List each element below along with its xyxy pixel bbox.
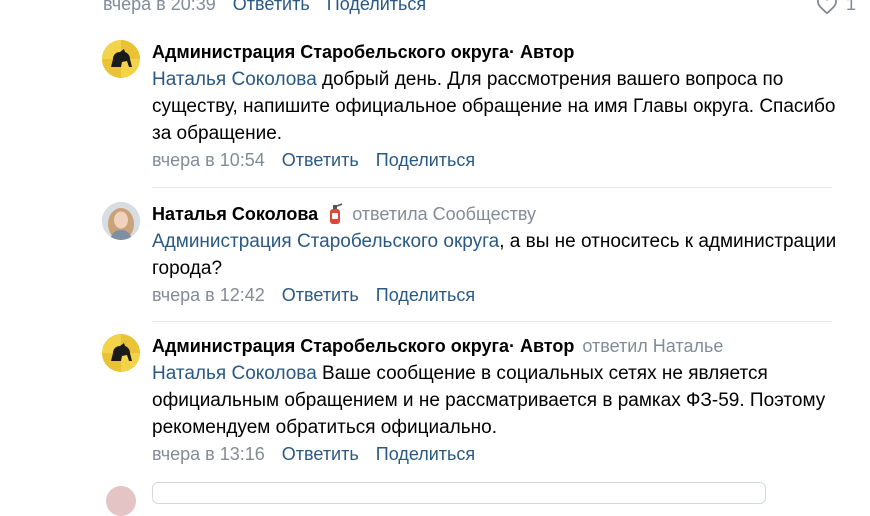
mention-link[interactable]: Администрация Старобельского округа bbox=[152, 231, 499, 252]
previous-comment-meta: вчера в 20:39 Ответить Поделиться bbox=[103, 0, 438, 18]
current-user-avatar bbox=[106, 486, 136, 516]
fire-extinguisher-icon bbox=[330, 203, 343, 224]
avatar[interactable] bbox=[102, 334, 140, 372]
reply-link[interactable]: Ответить bbox=[282, 285, 359, 305]
reply-input[interactable] bbox=[152, 482, 766, 504]
comment-text: Наталья Соколова Ваше сообщение в социал… bbox=[152, 360, 842, 441]
divider bbox=[152, 321, 832, 322]
divider bbox=[152, 187, 832, 188]
author-role: · Автор bbox=[508, 42, 575, 62]
comment-time: вчера в 20:39 bbox=[103, 0, 216, 14]
share-link[interactable]: Поделиться bbox=[376, 150, 475, 170]
avatar[interactable] bbox=[102, 202, 140, 240]
comment-time: вчера в 12:42 bbox=[152, 285, 265, 305]
like-button[interactable]: 1 bbox=[816, 0, 856, 15]
author-role: · Автор bbox=[508, 336, 575, 356]
share-link[interactable]: Поделиться bbox=[376, 285, 475, 305]
share-link[interactable]: Поделиться bbox=[376, 444, 475, 464]
author-name[interactable]: Администрация Старобельского округа bbox=[152, 40, 509, 64]
mention-link[interactable]: Наталья Соколова bbox=[152, 363, 317, 384]
horse-emblem-icon bbox=[102, 40, 140, 78]
comment-author: Администрация Старобельского округа · Ав… bbox=[152, 40, 842, 64]
user-photo-icon bbox=[102, 202, 140, 240]
likes-count: 1 bbox=[845, 0, 856, 14]
comment-text: Наталья Соколова добрый день. Для рассмо… bbox=[152, 66, 842, 147]
comment-author: Администрация Старобельского округа · Ав… bbox=[152, 334, 842, 358]
comment-meta: вчера в 13:16 Ответить Поделиться bbox=[152, 444, 842, 465]
comment-time: вчера в 13:16 bbox=[152, 444, 265, 464]
horse-emblem-icon bbox=[102, 334, 140, 372]
comment-meta: вчера в 12:42 Ответить Поделиться bbox=[152, 285, 842, 306]
reply-link[interactable]: Ответить bbox=[233, 0, 310, 14]
reply-link[interactable]: Ответить bbox=[282, 444, 359, 464]
comment-time: вчера в 10:54 bbox=[152, 150, 265, 170]
share-link[interactable]: Поделиться bbox=[327, 0, 426, 14]
author-name[interactable]: Наталья Соколова bbox=[152, 202, 318, 226]
comment-author: Наталья Соколова ответила Сообществу bbox=[152, 202, 842, 226]
comment-text: Администрация Старобельского округа, а в… bbox=[152, 228, 842, 282]
reply-to-label: ответила Сообществу bbox=[352, 204, 536, 224]
reply-link[interactable]: Ответить bbox=[282, 150, 359, 170]
reply-to-label[interactable]: ответил Наталье bbox=[582, 334, 723, 358]
heart-icon bbox=[816, 0, 837, 14]
comment-meta: вчера в 10:54 Ответить Поделиться bbox=[152, 150, 842, 171]
mention-link[interactable]: Наталья Соколова bbox=[152, 69, 317, 90]
author-name[interactable]: Администрация Старобельского округа bbox=[152, 334, 509, 358]
avatar[interactable] bbox=[102, 40, 140, 78]
